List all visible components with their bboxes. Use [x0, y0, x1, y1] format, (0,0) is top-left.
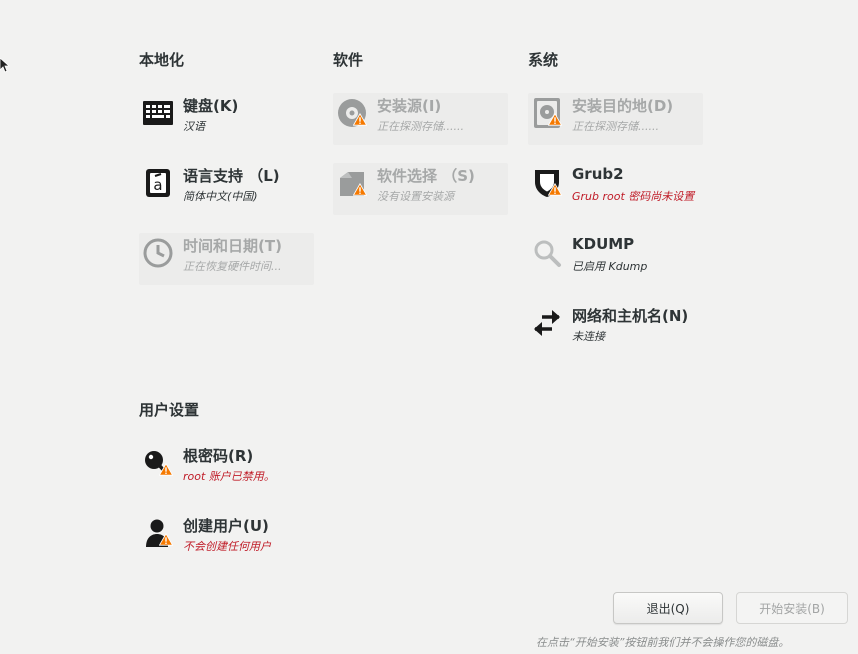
magnifier-icon — [534, 240, 561, 267]
spoke-create-user-title: 创建用户(U) — [183, 517, 269, 535]
spoke-date-time: 时间和日期(T) 正在恢复硬件时间... — [139, 233, 314, 285]
network-arrows-icon — [534, 310, 560, 336]
section-title-software: 软件 — [333, 51, 364, 69]
spoke-installation-source-title: 安装源(I) — [377, 97, 442, 115]
warning-triangle-icon — [159, 463, 173, 476]
warning-triangle-icon — [548, 183, 562, 196]
spoke-kdump-title: KDUMP — [572, 235, 635, 253]
spoke-date-time-title: 时间和日期(T) — [183, 237, 282, 255]
language-icon: a — [146, 169, 170, 197]
section-title-user-settings: 用户设置 — [139, 401, 200, 419]
spoke-language-support-status: 简体中文(中国) — [183, 190, 258, 203]
quit-button[interactable]: 退出(Q) — [613, 592, 723, 624]
spoke-grub2-title: Grub2 — [572, 165, 624, 183]
svg-text:a: a — [153, 176, 162, 194]
spoke-keyboard-title: 键盘(K) — [183, 97, 239, 115]
spoke-kdump-status: 已启用 Kdump — [572, 260, 648, 273]
spoke-network-hostname[interactable]: 网络和主机名(N) 未连接 — [528, 303, 703, 355]
clock-icon — [143, 238, 173, 268]
spoke-network-hostname-status: 未连接 — [572, 330, 605, 343]
spoke-date-time-status: 正在恢复硬件时间... — [183, 260, 282, 273]
spoke-installation-destination-title: 安装目的地(D) — [572, 97, 674, 115]
spoke-network-hostname-title: 网络和主机名(N) — [572, 307, 689, 325]
warning-triangle-icon — [353, 183, 367, 196]
spoke-software-selection-status: 没有设置安装源 — [377, 190, 454, 203]
keyboard-icon — [143, 101, 173, 125]
spoke-keyboard[interactable]: 键盘(K) 汉语 — [139, 93, 314, 145]
spoke-grub2[interactable]: Grub2 Grub root 密码尚未设置 — [528, 163, 703, 215]
spoke-keyboard-status: 汉语 — [183, 120, 205, 133]
spoke-software-selection-title: 软件选择 （S) — [377, 167, 475, 185]
spoke-root-password-title: 根密码(R) — [183, 447, 254, 465]
begin-installation-button: 开始安装(B) — [736, 592, 848, 624]
spoke-create-user[interactable]: 创建用户(U) 不会创建任何用户 — [139, 513, 314, 565]
spoke-installation-destination: 安装目的地(D) 正在探测存储...... — [528, 93, 703, 145]
warning-triangle-icon — [353, 113, 367, 126]
spoke-installation-source-status: 正在探测存储...... — [377, 120, 464, 133]
section-title-localization: 本地化 — [139, 51, 185, 69]
spoke-installation-source: 安装源(I) 正在探测存储...... — [333, 93, 508, 145]
spoke-software-selection: 软件选择 （S) 没有设置安装源 — [333, 163, 508, 215]
section-title-system: 系统 — [528, 51, 559, 69]
spoke-kdump[interactable]: KDUMP 已启用 Kdump — [528, 233, 703, 285]
spoke-grub2-status: Grub root 密码尚未设置 — [572, 190, 695, 203]
spoke-installation-destination-status: 正在探测存储...... — [572, 120, 659, 133]
mouse-cursor-icon — [0, 58, 10, 73]
warning-triangle-icon — [548, 113, 562, 126]
spoke-root-password[interactable]: 根密码(R) root 账户已禁用。 — [139, 443, 314, 495]
spoke-language-support-title: 语言支持 （L) — [183, 167, 280, 185]
spoke-root-password-status: root 账户已禁用。 — [183, 470, 275, 483]
spoke-create-user-status: 不会创建任何用户 — [183, 540, 271, 553]
footer-note: 在点击“开始安装”按钮前我们并不会操作您的磁盘。 — [536, 636, 790, 649]
warning-triangle-icon — [159, 533, 173, 546]
spoke-language-support[interactable]: a 语言支持 （L) 简体中文(中国) — [139, 163, 314, 215]
